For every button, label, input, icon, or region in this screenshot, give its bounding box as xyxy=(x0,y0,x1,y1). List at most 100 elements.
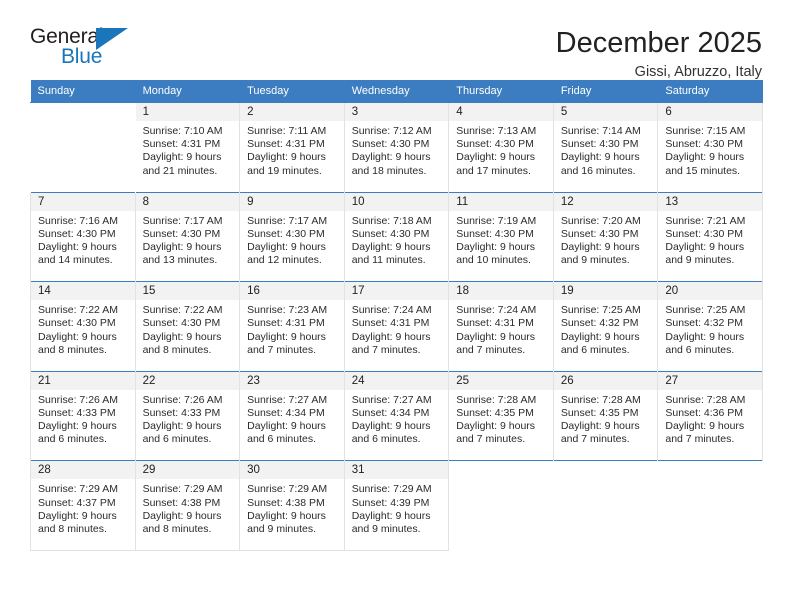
daylight-text-line2: and 17 minutes. xyxy=(456,164,531,177)
day-cell[interactable]: 29 Sunrise: 7:29 AM Sunset: 4:38 PM Dayl… xyxy=(134,460,241,551)
day-number: 10 xyxy=(344,192,449,211)
day-number xyxy=(658,461,762,479)
day-info: Sunrise: 7:29 AM Sunset: 4:37 PM Dayligh… xyxy=(31,479,135,536)
day-info: Sunrise: 7:28 AM Sunset: 4:35 PM Dayligh… xyxy=(554,390,658,447)
week-row: 1 Sunrise: 7:10 AM Sunset: 4:31 PM Dayli… xyxy=(30,102,763,193)
day-cell[interactable]: 5 Sunrise: 7:14 AM Sunset: 4:30 PM Dayli… xyxy=(552,102,659,193)
day-cell[interactable]: 8 Sunrise: 7:17 AM Sunset: 4:30 PM Dayli… xyxy=(134,191,241,282)
day-cell[interactable]: 13 Sunrise: 7:21 AM Sunset: 4:30 PM Dayl… xyxy=(657,191,763,282)
daylight-text-line2: and 7 minutes. xyxy=(247,343,317,356)
sunrise-text: Sunrise: 7:27 AM xyxy=(247,393,328,406)
daylight-text-line2: and 21 minutes. xyxy=(142,164,218,177)
day-cell[interactable]: 17 Sunrise: 7:24 AM Sunset: 4:31 PM Dayl… xyxy=(343,281,450,372)
day-info: Sunrise: 7:23 AM Sunset: 4:31 PM Dayligh… xyxy=(240,300,344,357)
page-subtitle: Gissi, Abruzzo, Italy xyxy=(634,64,762,81)
daylight-text-line2: and 9 minutes. xyxy=(665,254,735,267)
title-block: December 2025 Gissi, Abruzzo, Italy xyxy=(556,26,762,81)
sunrise-text: Sunrise: 7:24 AM xyxy=(351,304,432,317)
day-cell[interactable]: 31 Sunrise: 7:29 AM Sunset: 4:39 PM Dayl… xyxy=(343,460,450,551)
day-cell[interactable]: 11 Sunrise: 7:19 AM Sunset: 4:30 PM Dayl… xyxy=(448,191,554,282)
day-cell[interactable]: 15 Sunrise: 7:22 AM Sunset: 4:30 PM Dayl… xyxy=(134,281,241,372)
day-cell[interactable]: 9 Sunrise: 7:17 AM Sunset: 4:30 PM Dayli… xyxy=(239,191,345,282)
week-row: 7 Sunrise: 7:16 AM Sunset: 4:30 PM Dayli… xyxy=(30,191,763,282)
sunset-text: Sunset: 4:37 PM xyxy=(38,496,116,509)
daylight-text-line2: and 18 minutes. xyxy=(351,164,427,177)
day-cell[interactable]: 28 Sunrise: 7:29 AM Sunset: 4:37 PM Dayl… xyxy=(30,460,136,551)
sunset-text: Sunset: 4:35 PM xyxy=(456,406,534,419)
day-cell[interactable]: 22 Sunrise: 7:26 AM Sunset: 4:33 PM Dayl… xyxy=(134,370,241,461)
sunrise-text: Sunrise: 7:26 AM xyxy=(38,393,118,406)
day-cell[interactable]: 27 Sunrise: 7:28 AM Sunset: 4:36 PM Dayl… xyxy=(657,370,763,461)
day-number: 16 xyxy=(240,282,344,301)
daylight-text-line2: and 6 minutes. xyxy=(142,433,212,446)
day-cell[interactable]: 6 Sunrise: 7:15 AM Sunset: 4:30 PM Dayli… xyxy=(657,102,763,193)
day-info: Sunrise: 7:25 AM Sunset: 4:32 PM Dayligh… xyxy=(658,300,762,357)
day-number: 13 xyxy=(658,192,762,211)
sunrise-text: Sunrise: 7:29 AM xyxy=(142,483,223,496)
day-number: 22 xyxy=(135,371,240,390)
daylight-text-line2: and 15 minutes. xyxy=(665,164,741,177)
day-cell[interactable]: 26 Sunrise: 7:28 AM Sunset: 4:35 PM Dayl… xyxy=(552,370,659,461)
sunset-text: Sunset: 4:33 PM xyxy=(38,406,116,419)
sunrise-text: Sunrise: 7:17 AM xyxy=(247,214,328,227)
daylight-text-line1: Daylight: 9 hours xyxy=(665,420,745,433)
daylight-text-line2: and 12 minutes. xyxy=(247,254,322,267)
daylight-text-line1: Daylight: 9 hours xyxy=(247,420,326,433)
daylight-text-line1: Daylight: 9 hours xyxy=(560,151,640,164)
day-number: 27 xyxy=(658,371,762,390)
day-cell[interactable]: 18 Sunrise: 7:24 AM Sunset: 4:31 PM Dayl… xyxy=(448,281,554,372)
daylight-text-line1: Daylight: 9 hours xyxy=(456,420,536,433)
day-cell[interactable]: 10 Sunrise: 7:18 AM Sunset: 4:30 PM Dayl… xyxy=(343,191,450,282)
day-cell[interactable]: 19 Sunrise: 7:25 AM Sunset: 4:32 PM Dayl… xyxy=(552,281,659,372)
day-cell[interactable]: 2 Sunrise: 7:11 AM Sunset: 4:31 PM Dayli… xyxy=(239,102,345,193)
daylight-text-line2: and 6 minutes. xyxy=(665,343,735,356)
daylight-text-line2: and 7 minutes. xyxy=(665,433,735,446)
day-cell[interactable]: 14 Sunrise: 7:22 AM Sunset: 4:30 PM Dayl… xyxy=(30,281,136,372)
day-cell[interactable]: 20 Sunrise: 7:25 AM Sunset: 4:32 PM Dayl… xyxy=(657,281,763,372)
sunset-text: Sunset: 4:30 PM xyxy=(560,227,639,240)
day-cell[interactable]: 30 Sunrise: 7:29 AM Sunset: 4:38 PM Dayl… xyxy=(239,460,345,551)
daylight-text-line2: and 9 minutes. xyxy=(351,522,421,535)
day-cell[interactable]: 4 Sunrise: 7:13 AM Sunset: 4:30 PM Dayli… xyxy=(448,102,554,193)
day-number xyxy=(554,461,658,479)
sunset-text: Sunset: 4:30 PM xyxy=(665,227,744,240)
sunrise-text: Sunrise: 7:28 AM xyxy=(665,393,746,406)
sunset-text: Sunset: 4:30 PM xyxy=(665,138,744,151)
daylight-text-line1: Daylight: 9 hours xyxy=(142,151,222,164)
day-cell[interactable]: 1 Sunrise: 7:10 AM Sunset: 4:31 PM Dayli… xyxy=(134,102,241,193)
day-number: 12 xyxy=(553,192,658,211)
day-info: Sunrise: 7:26 AM Sunset: 4:33 PM Dayligh… xyxy=(31,390,135,447)
daylight-text-line1: Daylight: 9 hours xyxy=(351,509,431,522)
daylight-text-line1: Daylight: 9 hours xyxy=(560,330,640,343)
day-number: 18 xyxy=(449,282,553,301)
sunset-text: Sunset: 4:30 PM xyxy=(351,227,430,240)
day-cell[interactable]: 3 Sunrise: 7:12 AM Sunset: 4:30 PM Dayli… xyxy=(343,102,450,193)
sunset-text: Sunset: 4:31 PM xyxy=(247,138,325,151)
daylight-text-line2: and 6 minutes. xyxy=(560,343,630,356)
day-info: Sunrise: 7:14 AM Sunset: 4:30 PM Dayligh… xyxy=(554,121,658,178)
day-cell[interactable]: 16 Sunrise: 7:23 AM Sunset: 4:31 PM Dayl… xyxy=(239,281,345,372)
sunset-text: Sunset: 4:35 PM xyxy=(560,406,639,419)
day-cell[interactable]: 24 Sunrise: 7:27 AM Sunset: 4:34 PM Dayl… xyxy=(343,370,450,461)
daylight-text-line1: Daylight: 9 hours xyxy=(38,420,117,433)
sunrise-text: Sunrise: 7:24 AM xyxy=(456,304,537,317)
day-cell[interactable]: 12 Sunrise: 7:20 AM Sunset: 4:30 PM Dayl… xyxy=(552,191,659,282)
daylight-text-line1: Daylight: 9 hours xyxy=(560,241,640,253)
sunset-text: Sunset: 4:31 PM xyxy=(247,317,325,330)
day-number: 4 xyxy=(449,103,553,121)
sunset-text: Sunset: 4:30 PM xyxy=(456,138,534,151)
day-info: Sunrise: 7:10 AM Sunset: 4:31 PM Dayligh… xyxy=(136,121,240,178)
day-number xyxy=(31,103,135,121)
sunset-text: Sunset: 4:30 PM xyxy=(142,227,221,240)
sunset-text: Sunset: 4:36 PM xyxy=(665,406,744,419)
day-cell[interactable]: 21 Sunrise: 7:26 AM Sunset: 4:33 PM Dayl… xyxy=(30,370,136,461)
day-cell[interactable]: 23 Sunrise: 7:27 AM Sunset: 4:34 PM Dayl… xyxy=(239,370,345,461)
day-cell[interactable]: 25 Sunrise: 7:28 AM Sunset: 4:35 PM Dayl… xyxy=(448,370,554,461)
daylight-text-line2: and 9 minutes. xyxy=(560,254,630,267)
daylight-text-line1: Daylight: 9 hours xyxy=(665,151,745,164)
daylight-text-line1: Daylight: 9 hours xyxy=(665,330,745,343)
daylight-text-line2: and 9 minutes. xyxy=(247,522,317,535)
general-blue-logo[interactable]: General Blue xyxy=(30,26,140,78)
day-cell[interactable]: 7 Sunrise: 7:16 AM Sunset: 4:30 PM Dayli… xyxy=(30,191,136,282)
weekday-header-tuesday: Tuesday xyxy=(239,80,345,103)
